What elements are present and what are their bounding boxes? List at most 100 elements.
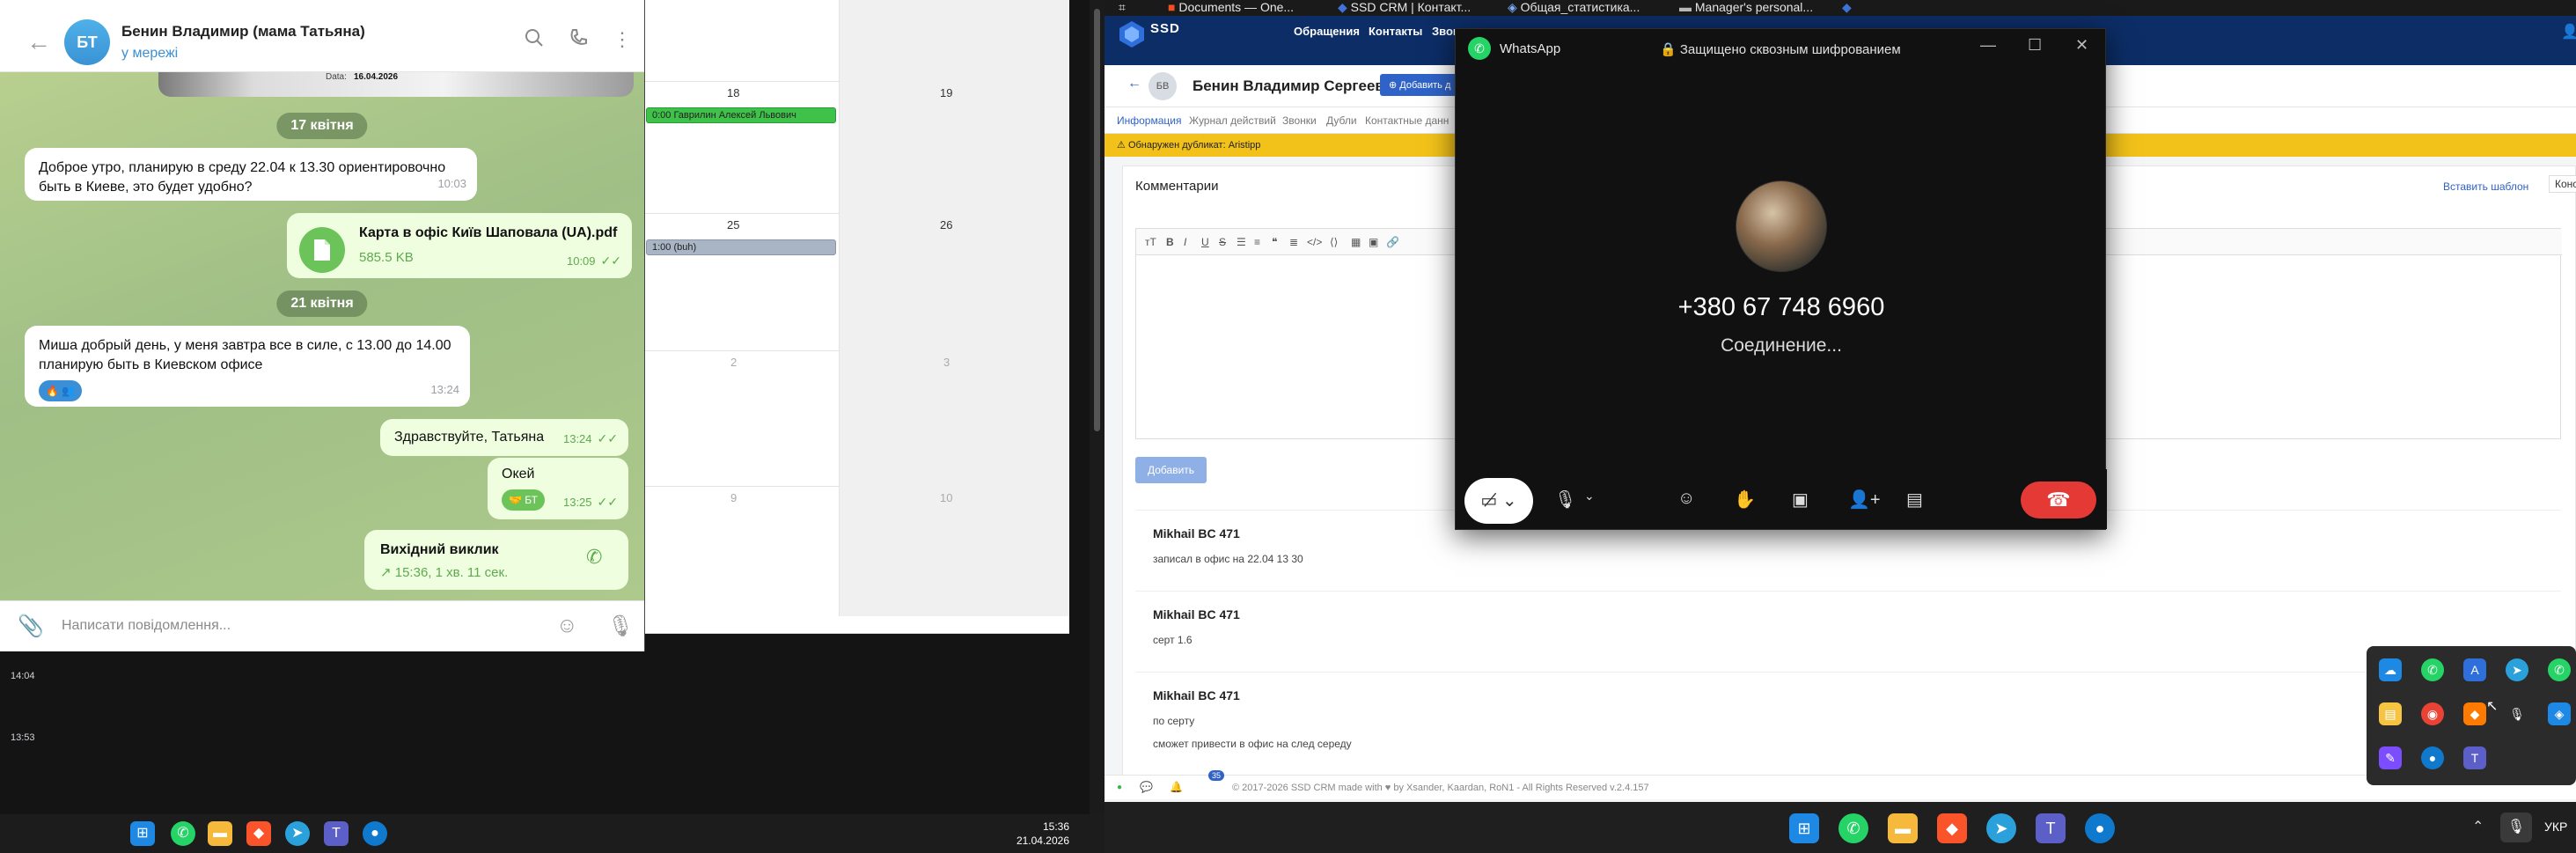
calendar-day[interactable]: 25 bbox=[727, 218, 739, 232]
windows-start-icon[interactable]: ⊞ bbox=[130, 821, 155, 846]
microphone-icon[interactable]: 🎙 bbox=[2500, 813, 2532, 842]
incoming-message[interactable]: Доброе утро, планирую в среду 22.04 к 13… bbox=[25, 148, 477, 201]
browser-menu-icon[interactable]: ⌗ bbox=[1119, 0, 1126, 16]
phone-icon[interactable] bbox=[569, 28, 588, 53]
tab-duplicates[interactable]: Дубли bbox=[1326, 114, 1357, 127]
file-explorer-icon[interactable]: ▬ bbox=[1888, 813, 1918, 843]
language-indicator[interactable]: УКР bbox=[2544, 820, 2567, 834]
reaction-badge[interactable]: 🔥 👥 bbox=[39, 380, 83, 401]
nav-item[interactable]: Контакты bbox=[1369, 25, 1422, 38]
emoji-icon[interactable]: ☺ bbox=[556, 614, 578, 638]
browser-tab[interactable]: ◈ Общая_статистика... bbox=[1508, 0, 1640, 16]
video-off-button[interactable]: ▭̸ ⌄ bbox=[1464, 478, 1533, 524]
minimize-button[interactable]: — bbox=[1980, 36, 1996, 55]
more-icon[interactable]: ⋮ bbox=[613, 28, 632, 51]
align-icon[interactable]: ≣ bbox=[1289, 236, 1298, 248]
file-explorer-icon[interactable]: ▬ bbox=[208, 821, 232, 846]
app-icon[interactable]: ● bbox=[2085, 813, 2115, 843]
outgoing-message[interactable]: Здравствуйте, Татьяна 13:24 ✓✓ bbox=[380, 419, 628, 456]
teams-icon[interactable]: T bbox=[324, 821, 349, 846]
chat-icon[interactable]: 💬 bbox=[1140, 781, 1153, 793]
image-message-preview[interactable]: Data: 16.04.2026 bbox=[158, 72, 634, 97]
numbered-list-icon[interactable]: ≡ bbox=[1254, 236, 1260, 248]
microphone-icon[interactable]: 🎙 bbox=[2506, 702, 2528, 725]
calendar-day[interactable]: 9 bbox=[730, 491, 737, 504]
ssd-logo-icon[interactable] bbox=[1117, 19, 1147, 49]
scrollbar-thumb[interactable] bbox=[1094, 9, 1100, 431]
telegram-icon[interactable]: ➤ bbox=[2506, 658, 2528, 681]
app-icon[interactable]: ✎ bbox=[2379, 746, 2402, 769]
italic-icon[interactable]: I bbox=[1184, 236, 1186, 248]
captions-icon[interactable]: ▤ bbox=[1906, 489, 1923, 511]
phone-icon[interactable]: ✆ bbox=[586, 548, 602, 567]
file-name[interactable]: Карта в офіс Київ Шаповала (UA).pdf bbox=[359, 224, 617, 243]
maximize-button[interactable]: ☐ bbox=[2028, 36, 2042, 55]
app-icon[interactable]: ◈ bbox=[2548, 702, 2571, 725]
emoji-icon[interactable]: ☺ bbox=[1677, 489, 1695, 509]
notes-icon[interactable]: ▤ bbox=[2379, 702, 2402, 725]
calendar-day[interactable]: 18 bbox=[727, 86, 739, 99]
whatsapp-icon[interactable]: ✆ bbox=[171, 821, 195, 846]
share-screen-icon[interactable]: ▣ bbox=[1792, 489, 1809, 511]
image-icon[interactable]: ▣ bbox=[1369, 236, 1378, 248]
user-icon[interactable]: 👤 bbox=[2561, 23, 2576, 40]
brave-browser-icon[interactable]: ◆ bbox=[246, 821, 271, 846]
code-icon[interactable]: </> bbox=[1307, 236, 1322, 248]
chevron-up-icon[interactable]: ⌃ bbox=[2472, 818, 2484, 835]
back-arrow-icon[interactable]: ← bbox=[1127, 76, 1141, 92]
windows-start-icon[interactable]: ⊞ bbox=[1789, 813, 1819, 843]
whatsapp-icon[interactable]: ✆ bbox=[2421, 658, 2444, 681]
microphone-icon[interactable]: 🎙 bbox=[1554, 489, 1576, 511]
quote-icon[interactable]: ❝ bbox=[1272, 236, 1277, 248]
insert-template-link[interactable]: Вставить шаблон bbox=[2443, 180, 2528, 193]
raise-hand-icon[interactable]: ✋ bbox=[1734, 489, 1756, 511]
contact-avatar[interactable]: БТ bbox=[64, 19, 110, 65]
html-icon[interactable]: ⟨⟩ bbox=[1330, 236, 1338, 248]
bell-icon[interactable]: 🔔 bbox=[1170, 781, 1183, 793]
underline-icon[interactable]: U bbox=[1201, 236, 1209, 248]
chrome-icon[interactable]: ◉ bbox=[2421, 702, 2444, 725]
telegram-icon[interactable]: ➤ bbox=[1986, 813, 2016, 843]
browser-tab[interactable]: ■ Documents — One... bbox=[1168, 0, 1294, 16]
tab-info[interactable]: Информация bbox=[1117, 114, 1181, 127]
search-icon[interactable] bbox=[525, 28, 544, 53]
consult-button[interactable]: Консульт bbox=[2549, 175, 2576, 193]
taskbar-clock[interactable]: 15:36 21.04.2026 bbox=[1016, 820, 1069, 848]
crm-tab-icon[interactable]: ◆ bbox=[1842, 0, 1852, 16]
mic-options-chevron-icon[interactable]: ⌄ bbox=[1584, 489, 1595, 504]
strikethrough-icon[interactable]: S bbox=[1219, 236, 1226, 248]
tab-calls[interactable]: Звонки bbox=[1282, 114, 1317, 127]
font-size-icon[interactable]: ᴛT bbox=[1145, 236, 1156, 248]
app-icon[interactable]: ● bbox=[363, 821, 387, 846]
calendar-day[interactable]: 19 bbox=[940, 86, 952, 99]
add-comment-button[interactable]: Добавить bbox=[1135, 457, 1207, 483]
left-scrollbar[interactable] bbox=[1090, 0, 1105, 814]
calendar-day[interactable]: 3 bbox=[943, 356, 950, 369]
outgoing-message[interactable]: Окей 🤝 БТ 13:25 ✓✓ bbox=[488, 458, 628, 519]
brave-browser-icon[interactable]: ◆ bbox=[1937, 813, 1967, 843]
tab-contact-data[interactable]: Контактные данн bbox=[1365, 114, 1449, 127]
end-call-button[interactable]: ☎ bbox=[2021, 482, 2096, 518]
app-icon[interactable]: ◆ bbox=[2463, 702, 2486, 725]
incoming-message[interactable]: Миша добрый день, у меня завтра все в си… bbox=[25, 326, 470, 407]
bold-icon[interactable]: B bbox=[1166, 236, 1174, 248]
calendar-day[interactable]: 26 bbox=[940, 218, 952, 232]
calendar-event[interactable]: 1:00 (buh) bbox=[646, 239, 836, 255]
nav-item[interactable]: Обращения bbox=[1294, 25, 1360, 38]
browser-tab[interactable]: ▬ Manager's personal... bbox=[1679, 0, 1813, 16]
onedrive-icon[interactable]: ☁ bbox=[2379, 658, 2402, 681]
link-icon[interactable]: 🔗 bbox=[1386, 236, 1399, 248]
whatsapp-icon[interactable]: ✆ bbox=[2548, 658, 2571, 681]
calendar-event[interactable]: 0:00 Гаврилин Алексей Львович bbox=[646, 107, 836, 123]
calendar-day[interactable]: 2 bbox=[730, 356, 737, 369]
add-deal-button[interactable]: ⊕ Добавить д bbox=[1380, 74, 1460, 96]
teams-icon[interactable]: T bbox=[2463, 746, 2486, 769]
reaction-badge[interactable]: 🤝 БТ bbox=[502, 489, 545, 511]
tab-activity-log[interactable]: Журнал действий bbox=[1189, 114, 1276, 127]
message-input[interactable]: Написати повідомлення... bbox=[62, 618, 231, 634]
back-arrow-icon[interactable]: ← bbox=[26, 28, 51, 56]
contact-name[interactable]: Бенин Владимир (мама Татьяна) bbox=[121, 23, 365, 40]
outgoing-file-message[interactable]: Карта в офіс Київ Шаповала (UA).pdf 585.… bbox=[287, 213, 632, 278]
teams-icon[interactable]: T bbox=[2036, 813, 2066, 843]
app-icon[interactable]: A bbox=[2463, 658, 2486, 681]
